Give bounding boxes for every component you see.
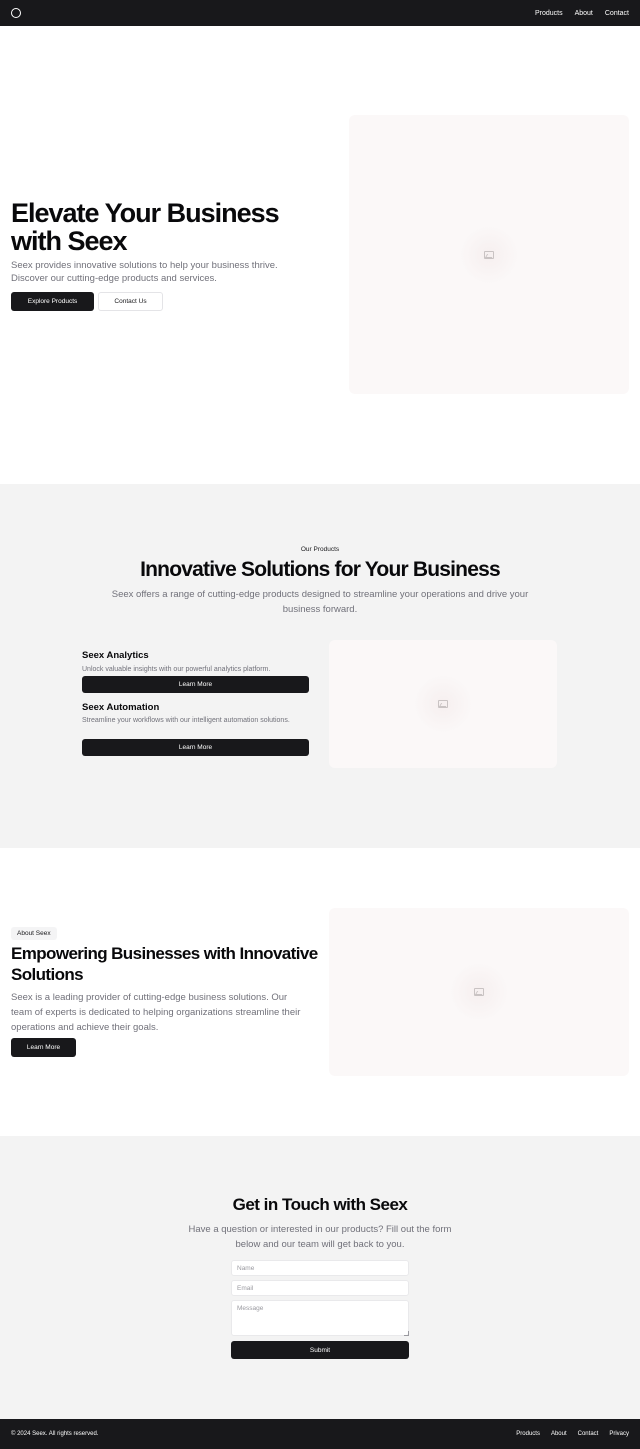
product-description-analytics: Unlock valuable insights with our powerf…: [82, 666, 271, 673]
top-navigation-bar: Products About Contact: [0, 0, 640, 26]
hero-title: Elevate Your Business with Seex: [11, 198, 280, 256]
image-placeholder-icon: [484, 250, 494, 259]
footer: © 2024 Seex. All rights reserved. Produc…: [0, 1419, 640, 1449]
image-placeholder-icon: [438, 700, 448, 708]
name-field[interactable]: [231, 1260, 409, 1276]
submit-button[interactable]: Submit: [231, 1341, 409, 1359]
product-name-analytics: Seex Analytics: [82, 650, 149, 661]
learn-more-automation-button[interactable]: Learn More: [82, 739, 309, 756]
nav-link-products[interactable]: Products: [535, 10, 563, 17]
footer-link-about[interactable]: About: [551, 1431, 567, 1437]
contact-us-button[interactable]: Contact Us: [98, 292, 163, 311]
footer-link-contact[interactable]: Contact: [578, 1431, 599, 1437]
footer-link-privacy[interactable]: Privacy: [609, 1431, 629, 1437]
resize-grip-icon[interactable]: [404, 1331, 409, 1336]
about-text: Seex is a leading provider of cutting-ed…: [11, 992, 301, 1033]
circle-logo-icon[interactable]: [11, 8, 21, 18]
learn-more-analytics-button[interactable]: Learn More: [82, 676, 309, 693]
hero-subtitle: Seex provides innovative solutions to he…: [11, 260, 278, 284]
contact-section: [0, 1136, 640, 1419]
products-subtitle: Seex offers a range of cutting-edge prod…: [111, 589, 529, 615]
about-badge: About Seex: [11, 927, 57, 940]
products-image-placeholder: [329, 640, 557, 768]
products-title: Innovative Solutions for Your Business: [140, 558, 501, 581]
copyright-text: © 2024 Seex. All rights reserved.: [11, 1431, 99, 1437]
about-image-placeholder: [329, 908, 629, 1076]
hero-image-glow: [459, 224, 519, 285]
about-learn-more-button[interactable]: Learn More: [11, 1038, 76, 1057]
products-eyebrow: Our Products: [300, 546, 340, 553]
explore-products-button[interactable]: Explore Products: [11, 292, 94, 311]
products-image-glow: [413, 674, 473, 734]
image-placeholder-icon: [474, 988, 484, 996]
product-description-automation: Streamline your workflows with our intel…: [82, 717, 290, 724]
contact-subtitle: Have a question or interested in our pro…: [188, 1224, 452, 1250]
email-field[interactable]: [231, 1280, 409, 1296]
product-name-automation: Seex Automation: [82, 702, 160, 713]
nav-link-contact[interactable]: Contact: [605, 10, 629, 17]
message-field[interactable]: [231, 1300, 409, 1336]
about-image-glow: [449, 962, 509, 1022]
hero-image-placeholder: [349, 115, 629, 394]
contact-title: Get in Touch with Seex: [232, 1195, 408, 1214]
nav-link-about[interactable]: About: [575, 10, 593, 17]
footer-link-products[interactable]: Products: [516, 1431, 540, 1437]
top-nav: Products About Contact: [535, 0, 629, 26]
about-title: Empowering Businesses with Innovative So…: [11, 944, 318, 984]
footer-nav: Products About Contact Privacy: [516, 1419, 629, 1449]
